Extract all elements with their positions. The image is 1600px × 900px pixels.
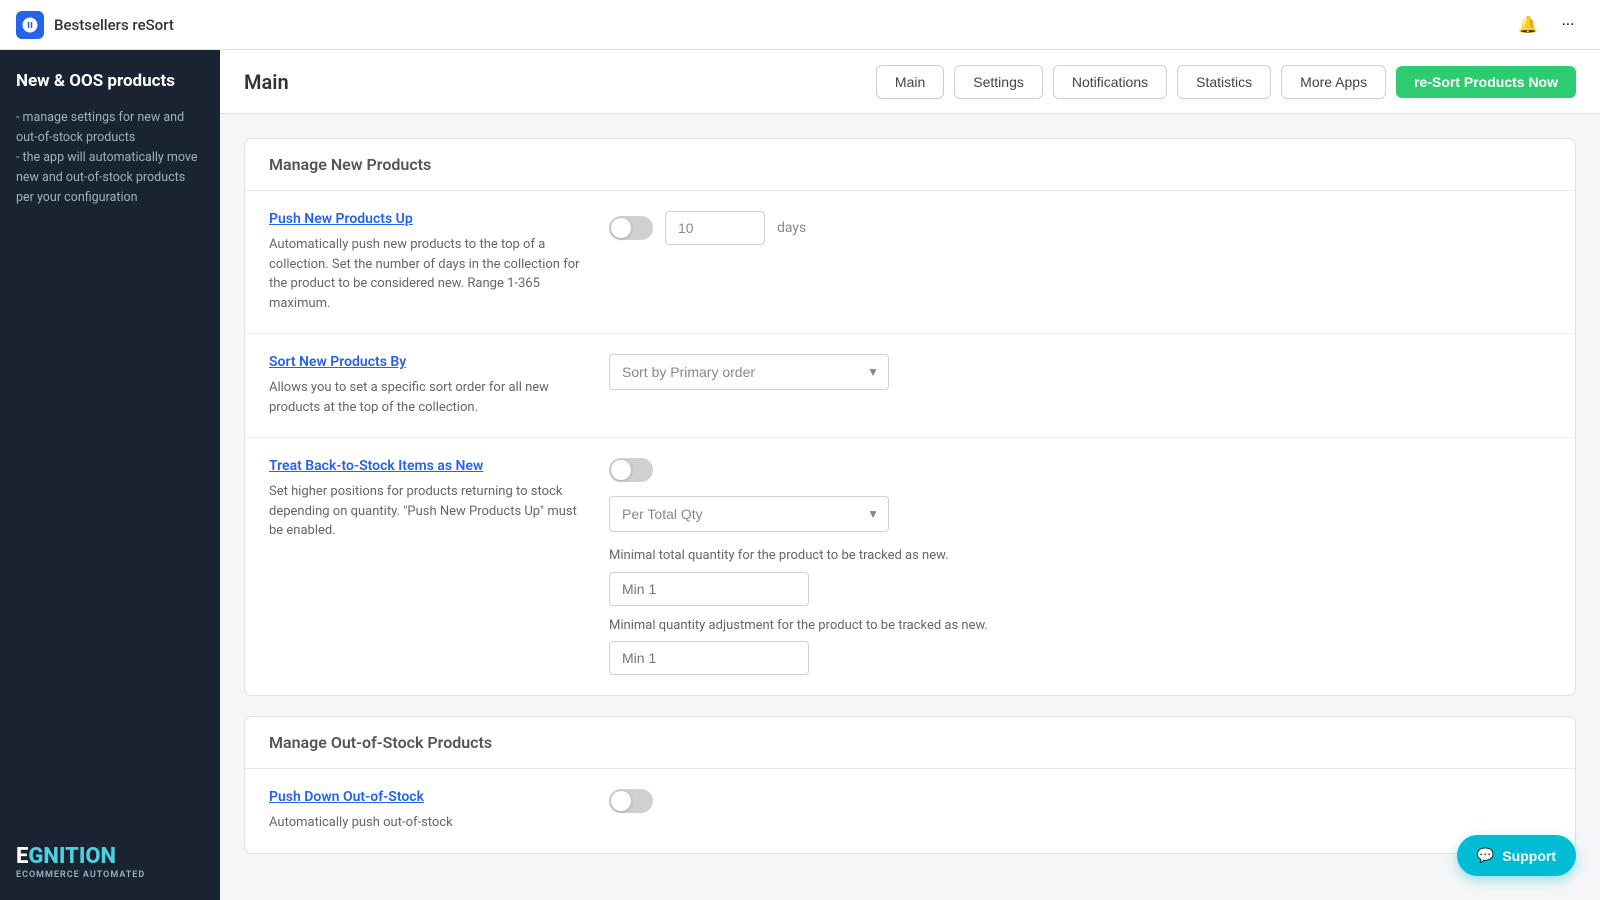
brand-subtitle: ECOMMERCE AUTOMATED bbox=[16, 870, 204, 880]
support-icon: 💬 bbox=[1477, 847, 1494, 864]
sidebar: New & OOS products - manage settings for… bbox=[0, 50, 220, 900]
app-title: Bestsellers reSort bbox=[54, 16, 1512, 34]
app-logo bbox=[16, 11, 44, 39]
treat-min-adj-input[interactable] bbox=[609, 641, 809, 675]
push-down-oos-controls bbox=[609, 789, 1551, 813]
push-new-up-desc: Automatically push new products to the t… bbox=[269, 235, 585, 313]
treat-back-to-stock-desc: Set higher positions for products return… bbox=[269, 482, 585, 541]
treat-inputs-group: Minimal total quantity for the product t… bbox=[609, 546, 1551, 675]
push-down-oos-desc: Automatically push out-of-stock bbox=[269, 813, 585, 833]
push-new-up-controls: days bbox=[609, 211, 1551, 245]
days-label: days bbox=[777, 220, 806, 236]
sort-new-by-row: Sort New Products By Allows you to set a… bbox=[245, 334, 1575, 438]
support-button[interactable]: 💬 Support bbox=[1457, 835, 1576, 876]
manage-new-products-title: Manage New Products bbox=[269, 155, 1551, 174]
treat-back-to-stock-toggle-knob bbox=[611, 460, 631, 480]
manage-oos-title: Manage Out-of-Stock Products bbox=[269, 733, 1551, 752]
topbar-icons: 🔔 ··· bbox=[1512, 9, 1584, 41]
treat-input2-desc: Minimal quantity adjustment for the prod… bbox=[609, 616, 1551, 636]
brand-name: EGNITION bbox=[16, 846, 204, 868]
treat-qty-select[interactable]: Per Total Qty Per Delta Qty bbox=[609, 496, 889, 532]
treat-input1-row: Minimal total quantity for the product t… bbox=[609, 546, 1551, 606]
re-sort-products-button[interactable]: re-Sort Products Now bbox=[1396, 66, 1576, 98]
sidebar-description: - manage settings for new and out-of-sto… bbox=[16, 108, 204, 208]
push-down-oos-label[interactable]: Push Down Out-of-Stock bbox=[269, 789, 585, 805]
sidebar-title: New & OOS products bbox=[16, 70, 204, 92]
manage-oos-products-card: Manage Out-of-Stock Products Push Down O… bbox=[244, 716, 1576, 854]
manage-new-products-header: Manage New Products bbox=[245, 139, 1575, 191]
brand-logo: EGNITION ECOMMERCE AUTOMATED bbox=[16, 846, 204, 880]
treat-input1-desc: Minimal total quantity for the product t… bbox=[609, 546, 1551, 566]
page-header: Main Main Settings Notifications Statist… bbox=[220, 50, 1600, 114]
push-new-up-toggle-knob bbox=[611, 218, 631, 238]
nav-notifications-button[interactable]: Notifications bbox=[1053, 65, 1167, 99]
push-down-oos-toggle-knob bbox=[611, 791, 631, 811]
treat-input2-row: Minimal quantity adjustment for the prod… bbox=[609, 616, 1551, 676]
days-input[interactable] bbox=[665, 211, 765, 245]
topbar: Bestsellers reSort 🔔 ··· bbox=[0, 0, 1600, 50]
sort-new-by-select-wrap: Sort by Primary order Sort by Best Selli… bbox=[609, 354, 889, 390]
sidebar-bottom: EGNITION ECOMMERCE AUTOMATED bbox=[16, 846, 204, 880]
manage-oos-header: Manage Out-of-Stock Products bbox=[245, 717, 1575, 769]
sort-new-by-label[interactable]: Sort New Products By bbox=[269, 354, 585, 370]
sort-new-by-desc: Allows you to set a specific sort order … bbox=[269, 378, 585, 417]
page-title: Main bbox=[244, 70, 289, 94]
manage-new-products-card: Manage New Products Push New Products Up… bbox=[244, 138, 1576, 696]
treat-back-to-stock-row: Treat Back-to-Stock Items as New Set hig… bbox=[245, 438, 1575, 695]
header-nav: Main Settings Notifications Statistics M… bbox=[876, 65, 1576, 99]
brand-e: E bbox=[16, 844, 28, 869]
push-down-oos-row: Push Down Out-of-Stock Automatically pus… bbox=[245, 769, 1575, 853]
treat-qty-select-wrap: Per Total Qty Per Delta Qty ▼ bbox=[609, 496, 889, 532]
treat-back-to-stock-controls: Per Total Qty Per Delta Qty ▼ Minimal to… bbox=[609, 458, 1551, 675]
treat-min-qty-input[interactable] bbox=[609, 572, 809, 606]
push-new-up-left: Push New Products Up Automatically push … bbox=[269, 211, 609, 313]
treat-back-to-stock-label[interactable]: Treat Back-to-Stock Items as New bbox=[269, 458, 585, 474]
push-new-up-row: Push New Products Up Automatically push … bbox=[245, 191, 1575, 334]
sort-new-by-controls: Sort by Primary order Sort by Best Selli… bbox=[609, 354, 1551, 390]
sort-new-by-left: Sort New Products By Allows you to set a… bbox=[269, 354, 609, 417]
brand-gnition: GNITION bbox=[28, 844, 116, 869]
nav-main-button[interactable]: Main bbox=[876, 65, 944, 99]
nav-more-apps-button[interactable]: More Apps bbox=[1281, 65, 1386, 99]
treat-back-to-stock-toggle[interactable] bbox=[609, 458, 653, 482]
nav-statistics-button[interactable]: Statistics bbox=[1177, 65, 1271, 99]
layout: New & OOS products - manage settings for… bbox=[0, 50, 1600, 900]
push-down-oos-left: Push Down Out-of-Stock Automatically pus… bbox=[269, 789, 609, 833]
main-area: Main Main Settings Notifications Statist… bbox=[220, 50, 1600, 900]
more-icon[interactable]: ··· bbox=[1552, 9, 1584, 41]
push-new-up-label[interactable]: Push New Products Up bbox=[269, 211, 585, 227]
sort-new-by-select[interactable]: Sort by Primary order Sort by Best Selli… bbox=[609, 354, 889, 390]
nav-settings-button[interactable]: Settings bbox=[954, 65, 1043, 99]
bell-icon[interactable]: 🔔 bbox=[1512, 9, 1544, 41]
treat-back-to-stock-left: Treat Back-to-Stock Items as New Set hig… bbox=[269, 458, 609, 541]
content-area: Manage New Products Push New Products Up… bbox=[220, 114, 1600, 900]
support-label: Support bbox=[1502, 848, 1556, 864]
push-down-oos-toggle[interactable] bbox=[609, 789, 653, 813]
push-new-up-toggle[interactable] bbox=[609, 216, 653, 240]
